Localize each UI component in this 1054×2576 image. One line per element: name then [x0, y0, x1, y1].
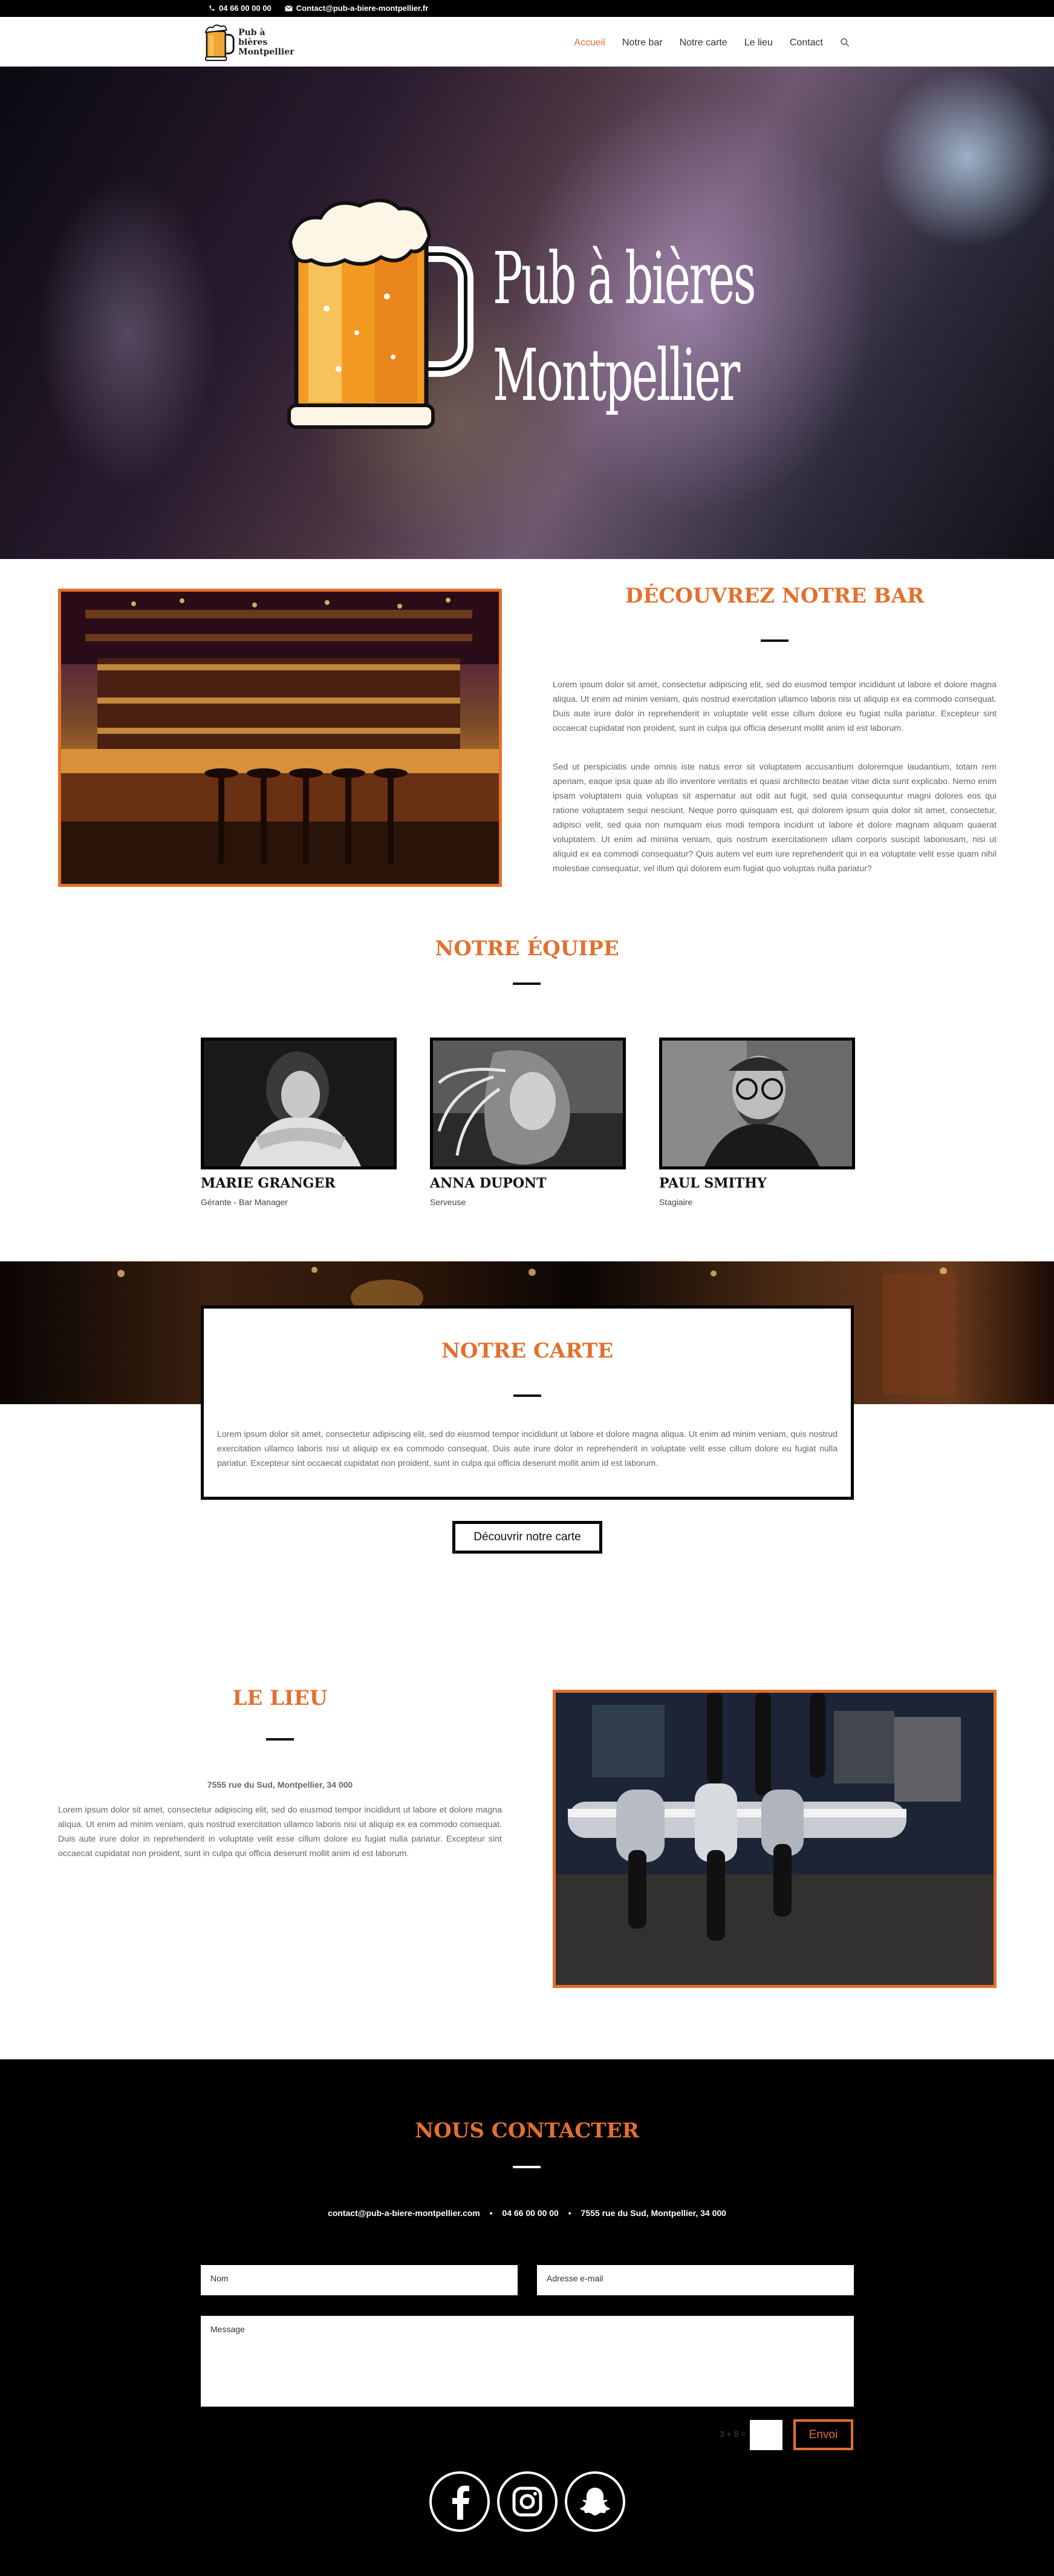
- portrait-woman-wind-image: [433, 1041, 623, 1166]
- lieu-divider: [266, 1738, 294, 1741]
- lieu-heading: LE LIEU: [232, 1686, 328, 1710]
- contact-divider: [513, 2166, 541, 2168]
- hero-banner: Pub à bières Montpellier: [0, 67, 1054, 559]
- nav-item-accueil[interactable]: Accueil: [574, 38, 605, 48]
- instagram-link[interactable]: [497, 2471, 558, 2532]
- site-logo[interactable]: Pub à bières Montpellier: [204, 22, 295, 63]
- team-member-role: Serveuse: [430, 1197, 466, 1207]
- team-card: PAUL SMITHY Stagiaire: [659, 1038, 855, 1207]
- team-photo: [659, 1038, 855, 1169]
- team-member-name: PAUL SMITHY: [659, 1175, 767, 1191]
- logo-text: Pub à bières Montpellier: [238, 28, 295, 57]
- nav-item-contact[interactable]: Contact: [790, 38, 823, 48]
- team-photo: [430, 1038, 626, 1169]
- snapchat-link[interactable]: [565, 2471, 625, 2532]
- nav-item-notre-bar[interactable]: Notre bar: [622, 38, 663, 48]
- carte-divider: [513, 1394, 541, 1397]
- discover-menu-button[interactable]: Découvrir notre carte: [452, 1521, 602, 1554]
- lieu-paragraph: Lorem ipsum dolor sit amet, consectetur …: [58, 1805, 502, 1858]
- search-icon[interactable]: [840, 38, 850, 47]
- phone-info[interactable]: 04 66 00 00 00: [209, 4, 272, 13]
- hero-title: Pub à bières Montpellier: [493, 230, 756, 423]
- main-nav: Accueil Notre bar Notre carte Le lieu Co…: [574, 38, 850, 48]
- contact-heading: NOUS CONTACTER: [415, 2119, 639, 2143]
- captcha-question: 3 + 8 =: [720, 2429, 746, 2439]
- phone-icon: [209, 5, 215, 11]
- phone-text: 04 66 00 00 00: [219, 4, 272, 13]
- bar-section-paragraph-1: Lorem ipsum dolor sit amet, consectetur …: [553, 680, 997, 733]
- team-member-name: MARIE GRANGER: [201, 1175, 336, 1191]
- team-member-name: ANNA DUPONT: [430, 1175, 547, 1191]
- email-text: Contact@pub-a-biere-montpellier.fr: [296, 4, 429, 13]
- contact-phone[interactable]: 04 66 00 00 00: [502, 2208, 558, 2218]
- team-card: MARIE GRANGER Gérante - Bar Manager: [201, 1038, 397, 1207]
- submit-button[interactable]: Envoi: [793, 2419, 853, 2450]
- bar-illustration: [61, 592, 499, 884]
- logo-line-1: Pub à bières: [238, 28, 268, 47]
- team-divider: [513, 982, 541, 985]
- beer-taps-illustration: [556, 1693, 994, 1985]
- email-field[interactable]: Adresse e-mail: [537, 2265, 854, 2295]
- email-info[interactable]: Contact@pub-a-biere-montpellier.fr: [284, 4, 429, 13]
- logo-line-2: Montpellier: [238, 47, 294, 57]
- main-header: Pub à bières Montpellier Accueil Notre b…: [0, 17, 1054, 67]
- snapchat-icon: [580, 2488, 610, 2516]
- message-field[interactable]: Message: [201, 2316, 854, 2407]
- hero-beer-mug-icon: [287, 198, 473, 429]
- top-bar: 04 66 00 00 00 Contact@pub-a-biere-montp…: [0, 0, 1054, 17]
- team-member-role: Stagiaire: [659, 1197, 693, 1207]
- bar-section-divider: [761, 639, 789, 642]
- hero-glass-glow: [36, 175, 218, 490]
- hero-title-line-1: Pub à bières: [493, 237, 756, 320]
- bar-section-heading: DÉCOUVREZ NOTRE BAR: [625, 584, 925, 608]
- beer-mug-logo-icon: [204, 24, 235, 61]
- carte-paragraph: Lorem ipsum dolor sit amet, consectetur …: [217, 1430, 838, 1468]
- lieu-address: 7555 rue du Sud, Montpellier, 34 000: [207, 1780, 353, 1790]
- captcha-input[interactable]: [750, 2420, 782, 2450]
- carte-heading: NOTRE CARTE: [441, 1339, 614, 1363]
- portrait-man-glasses-image: [662, 1041, 852, 1166]
- team-photo: [201, 1038, 397, 1169]
- contact-email[interactable]: contact@pub-a-biere-montpellier.com: [328, 2208, 480, 2218]
- nav-item-le-lieu[interactable]: Le lieu: [744, 38, 773, 48]
- contact-separator: •: [568, 2208, 571, 2218]
- nav-item-notre-carte[interactable]: Notre carte: [680, 38, 727, 48]
- bar-section-paragraph-2: Sed ut perspiciatis unde omnis iste natu…: [553, 762, 997, 874]
- hero-title-line-2: Montpellier: [493, 333, 740, 417]
- team-heading: NOTRE ÉQUIPE: [435, 937, 619, 961]
- beer-taps-image: [553, 1690, 997, 1988]
- portrait-woman-image: [204, 1041, 394, 1166]
- contact-info-line: contact@pub-a-biere-montpellier.com • 04…: [0, 2208, 1054, 2218]
- contact-separator: •: [489, 2208, 493, 2218]
- bar-interior-image: [58, 589, 502, 887]
- facebook-icon: [452, 2485, 470, 2520]
- facebook-link[interactable]: [429, 2471, 490, 2532]
- instagram-icon: [512, 2486, 542, 2517]
- name-field[interactable]: Nom: [201, 2265, 518, 2295]
- team-card: ANNA DUPONT Serveuse: [430, 1038, 626, 1207]
- carte-card: NOTRE CARTE Lorem ipsum dolor sit amet, …: [201, 1306, 854, 1500]
- team-member-role: Gérante - Bar Manager: [201, 1197, 288, 1207]
- hero-light-glow: [877, 67, 1054, 248]
- envelope-icon: [284, 5, 293, 11]
- contact-address: 7555 rue du Sud, Montpellier, 34 000: [581, 2208, 726, 2218]
